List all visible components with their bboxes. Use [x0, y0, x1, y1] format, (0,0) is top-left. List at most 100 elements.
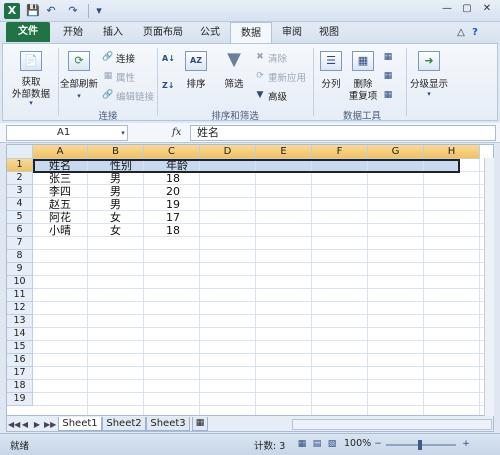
external-data-icon[interactable]: 📄	[20, 51, 42, 71]
cell-c4[interactable]: 19	[166, 198, 180, 211]
row-header-14[interactable]: 14	[7, 328, 33, 341]
zoom-level[interactable]: 100%	[344, 438, 371, 449]
row-header-18[interactable]: 18	[7, 380, 33, 393]
page-layout-view-icon[interactable]: ▤	[311, 438, 323, 450]
cell-a3[interactable]: 李四	[49, 185, 71, 198]
advanced-button[interactable]: 高级	[268, 89, 287, 103]
column-header-f[interactable]: F	[312, 145, 368, 159]
help-icon[interactable]: ?	[468, 26, 482, 40]
connections-icon[interactable]: 🔗	[102, 51, 114, 63]
cell-b4[interactable]: 男	[110, 198, 121, 211]
text-to-columns-button[interactable]: 分列	[314, 76, 348, 90]
cell-c6[interactable]: 18	[166, 224, 180, 237]
row-header-9[interactable]: 9	[7, 263, 33, 276]
row-header-10[interactable]: 10	[7, 276, 33, 289]
filter-button[interactable]: 筛选	[216, 76, 252, 90]
row-header-11[interactable]: 11	[7, 289, 33, 302]
column-header-e[interactable]: E	[256, 145, 312, 159]
filter-funnel-icon[interactable]: ▼	[223, 51, 245, 71]
cell-a4[interactable]: 赵五	[49, 198, 71, 211]
row-header-17[interactable]: 17	[7, 367, 33, 380]
row-header-16[interactable]: 16	[7, 354, 33, 367]
sort-ascending-icon[interactable]: A↓	[162, 53, 175, 65]
what-if-analysis-icon[interactable]: ▦	[382, 89, 394, 101]
row-header-15[interactable]: 15	[7, 341, 33, 354]
row-header-7[interactable]: 7	[7, 237, 33, 250]
remove-duplicates-icon[interactable]: ▦	[352, 51, 374, 71]
sheet-tab-sheet2[interactable]: Sheet2	[102, 417, 146, 431]
cell-c3[interactable]: 20	[166, 185, 180, 198]
normal-view-icon[interactable]: ▦	[296, 438, 308, 450]
data-validation-icon[interactable]: ▦	[382, 51, 394, 63]
row-header-5[interactable]: 5	[7, 211, 33, 224]
tab-review[interactable]: 审阅	[276, 22, 308, 43]
cell-b3[interactable]: 男	[110, 185, 121, 198]
cell-b6[interactable]: 女	[110, 224, 121, 237]
page-break-view-icon[interactable]: ▧	[326, 438, 338, 450]
tab-file[interactable]: 文件	[6, 22, 50, 42]
zoom-slider-thumb[interactable]	[418, 440, 422, 450]
next-sheet-icon[interactable]: ▶	[32, 419, 42, 431]
tab-home[interactable]: 开始	[56, 22, 90, 43]
worksheet-grid[interactable]: ABCDEFGH 1 2 3 4 5 6 7 8 9 10 11 12 13 14 15 16 17 18 19 姓…	[6, 144, 494, 416]
row-header-6[interactable]: 6	[7, 224, 33, 237]
refresh-icon[interactable]: ⟳	[68, 51, 90, 71]
advanced-filter-icon[interactable]: ▼	[254, 89, 266, 101]
prev-sheet-icon[interactable]: ◀	[20, 419, 30, 431]
column-header-c[interactable]: C	[144, 145, 200, 159]
refresh-all-button[interactable]: 全部刷新	[56, 76, 102, 90]
customize-toolbar-icon[interactable]: ▾	[92, 4, 106, 18]
cell-b2[interactable]: 男	[110, 172, 121, 185]
tab-view[interactable]: 视图	[312, 22, 346, 43]
minimize-icon[interactable]: —	[440, 2, 454, 16]
row-header-2[interactable]: 2	[7, 172, 33, 185]
fx-icon[interactable]: fx	[172, 125, 188, 141]
sheet-tab-sheet1[interactable]: Sheet1	[58, 417, 102, 431]
horizontal-scrollbar[interactable]	[292, 419, 492, 430]
column-header-d[interactable]: D	[200, 145, 256, 159]
close-icon[interactable]: ✕	[480, 2, 494, 16]
dropdown-arrow-icon[interactable]: ▾	[73, 90, 85, 102]
insert-sheet-icon[interactable]: ▦	[192, 417, 208, 431]
undo-icon[interactable]: ↶	[44, 4, 58, 18]
tab-formulas[interactable]: 公式	[194, 22, 226, 43]
text-to-columns-icon[interactable]: ☰	[320, 51, 342, 71]
sort-descending-icon[interactable]: Z↓	[162, 80, 175, 92]
tab-page-layout[interactable]: 页面布局	[136, 22, 190, 43]
zoom-out-icon[interactable]: −	[372, 438, 384, 450]
dropdown-arrow-icon[interactable]: ▾	[423, 88, 435, 100]
name-box[interactable]: A1	[6, 125, 128, 141]
row-header-19[interactable]: 19	[7, 393, 33, 406]
last-sheet-icon[interactable]: ▶▶	[44, 419, 56, 431]
cell-a2[interactable]: 张三	[49, 172, 71, 185]
sort-dialog-icon[interactable]: AZ	[185, 51, 207, 71]
dropdown-arrow-icon[interactable]: ▾	[25, 97, 37, 109]
column-header-b[interactable]: B	[88, 145, 144, 159]
row-header-3[interactable]: 3	[7, 185, 33, 198]
vertical-scrollbar[interactable]	[484, 158, 494, 416]
row-header-12[interactable]: 12	[7, 302, 33, 315]
remove-duplicates-label-2[interactable]: 重复项	[346, 88, 380, 102]
sheet-tab-sheet3[interactable]: Sheet3	[146, 417, 190, 431]
redo-icon[interactable]: ↷	[66, 4, 80, 18]
row-header-4[interactable]: 4	[7, 198, 33, 211]
column-header-a[interactable]: A	[33, 145, 88, 159]
column-header-h[interactable]: H	[424, 145, 480, 159]
excel-logo-icon[interactable]: X	[4, 3, 20, 19]
zoom-in-icon[interactable]: +	[460, 438, 472, 450]
cell-a5[interactable]: 阿花	[49, 211, 71, 224]
tab-data[interactable]: 数据	[230, 22, 272, 43]
column-header-g[interactable]: G	[368, 145, 424, 159]
row-header-8[interactable]: 8	[7, 250, 33, 263]
cell-b5[interactable]: 女	[110, 211, 121, 224]
consolidate-icon[interactable]: ▦	[382, 70, 394, 82]
sort-button[interactable]: 排序	[178, 76, 214, 90]
name-box-dropdown-icon[interactable]: ▾	[117, 127, 129, 139]
row-header-1[interactable]: 1	[7, 159, 33, 172]
row-header-13[interactable]: 13	[7, 315, 33, 328]
ribbon-minimize-icon[interactable]: △	[454, 26, 468, 40]
maximize-icon[interactable]: ▢	[460, 2, 474, 16]
connections-button[interactable]: 连接	[116, 51, 135, 65]
outline-icon[interactable]: ➜	[418, 51, 440, 71]
select-all-corner[interactable]	[7, 145, 33, 159]
